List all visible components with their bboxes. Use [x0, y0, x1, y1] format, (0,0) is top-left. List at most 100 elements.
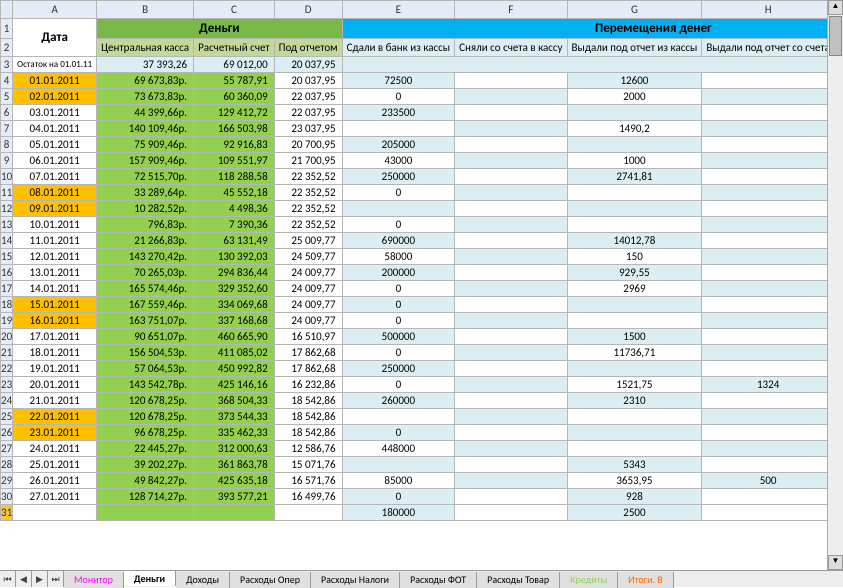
cell-d[interactable]: 22 037,95 [274, 105, 342, 121]
cell-g[interactable]: 1521,75 [567, 377, 702, 393]
sheet-tab[interactable]: Итоги. В [618, 572, 674, 588]
vertical-scrollbar[interactable]: ▲ ▼ [827, 0, 843, 570]
cell-h[interactable] [702, 313, 835, 329]
cell-c[interactable]: 361 863,78 [194, 457, 275, 473]
cell-b[interactable]: 128 714,27р. [97, 489, 194, 505]
cell-date[interactable]: 04.01.2011 [13, 121, 97, 137]
cell-c[interactable]: 294 836,44 [194, 265, 275, 281]
cell-g[interactable] [567, 441, 702, 457]
cell-f[interactable] [455, 457, 567, 473]
table-row[interactable]: 1007.01.201172 515,70р.118 288,5822 352,… [1, 169, 843, 185]
cell-g[interactable]: 11736,71 [567, 345, 702, 361]
cell-date[interactable]: 14.01.2011 [13, 281, 97, 297]
table-row[interactable]: 1310.01.2011796,83р.7 390,3622 352,520 [1, 217, 843, 233]
cell-date[interactable]: 02.01.2011 [13, 89, 97, 105]
cell-b[interactable]: 796,83р. [97, 217, 194, 233]
cell-e[interactable]: 500000 [342, 329, 455, 345]
cell-f[interactable] [455, 313, 567, 329]
cell-c[interactable]: 7 390,36 [194, 217, 275, 233]
nav-last-icon[interactable]: ⏭ [48, 571, 64, 587]
cell-date[interactable]: 23.01.2011 [13, 425, 97, 441]
cell-b[interactable]: 73 673,83р. [97, 89, 194, 105]
cell-b[interactable]: 156 504,53р. [97, 345, 194, 361]
cell-c[interactable]: 109 551,97 [194, 153, 275, 169]
cell-date[interactable]: 05.01.2011 [13, 137, 97, 153]
cell-c[interactable]: 129 412,72 [194, 105, 275, 121]
cell-f[interactable] [455, 329, 567, 345]
table-row[interactable]: 1815.01.2011167 559,46р.334 069,6824 009… [1, 297, 843, 313]
cell-d[interactable]: 22 352,52 [274, 201, 342, 217]
spreadsheet-grid[interactable]: A B C D E F G H I 1 Дата Деньги Перемеще… [0, 0, 843, 570]
cell-b[interactable]: 44 399,66р. [97, 105, 194, 121]
cell-h[interactable] [702, 393, 835, 409]
nav-first-icon[interactable]: ⏮ [0, 571, 16, 587]
cell-e[interactable]: 0 [342, 313, 455, 329]
cell-e[interactable]: 448000 [342, 441, 455, 457]
cell-d[interactable]: 12 586,76 [274, 441, 342, 457]
sheet-tab[interactable]: Расходы Налоги [311, 572, 400, 588]
cell-c[interactable]: 425 635,18 [194, 473, 275, 489]
cell-b[interactable]: 120 678,25р. [97, 393, 194, 409]
cell-f[interactable] [455, 297, 567, 313]
cell-h[interactable] [702, 361, 835, 377]
col-g[interactable]: G [567, 1, 702, 19]
cell-g[interactable] [567, 201, 702, 217]
cell-f[interactable] [455, 89, 567, 105]
col-h[interactable]: H [702, 1, 835, 19]
cell-e[interactable]: 0 [342, 425, 455, 441]
table-row[interactable]: 2724.01.201122 445,27р.312 000,6312 586,… [1, 441, 843, 457]
cell-b[interactable]: 167 559,46р. [97, 297, 194, 313]
cell-c[interactable]: 63 131,49 [194, 233, 275, 249]
table-row[interactable]: 1108.01.201133 289,64р.45 552,1822 352,5… [1, 185, 843, 201]
table-row[interactable]: 1411.01.201121 266,83р.63 131,4925 009,7… [1, 233, 843, 249]
cell-c[interactable]: 118 288,58 [194, 169, 275, 185]
cell-f[interactable] [455, 441, 567, 457]
cell-b[interactable]: 140 109,46р. [97, 121, 194, 137]
cell-f[interactable] [455, 425, 567, 441]
cell-e[interactable]: 72500 [342, 73, 455, 89]
table-row[interactable]: 2017.01.201190 651,07р.460 665,9016 510,… [1, 329, 843, 345]
cell-date[interactable]: 06.01.2011 [13, 153, 97, 169]
cell-date[interactable]: 15.01.2011 [13, 297, 97, 313]
sheet-tab[interactable]: Деньги [124, 570, 176, 586]
cell-g[interactable] [567, 313, 702, 329]
col-d[interactable]: D [274, 1, 342, 19]
cell-e[interactable]: 233500 [342, 105, 455, 121]
cell-d[interactable]: 16 571,76 [274, 473, 342, 489]
cell-e[interactable] [342, 457, 455, 473]
cell-f[interactable] [455, 233, 567, 249]
cell-date[interactable]: 22.01.2011 [13, 409, 97, 425]
sheet-tab[interactable]: Доходы [176, 572, 230, 588]
cell-b[interactable]: 165 574,46р. [97, 281, 194, 297]
nav-next-icon[interactable]: ▶ [32, 571, 48, 587]
cell-h[interactable] [702, 265, 835, 281]
partial-row[interactable]: 31 180000 2500 [1, 505, 843, 521]
cell-h[interactable] [702, 73, 835, 89]
table-row[interactable]: 2522.01.2011120 678,25р.373 544,3318 542… [1, 409, 843, 425]
cell-e[interactable]: 205000 [342, 137, 455, 153]
cell-g[interactable] [567, 217, 702, 233]
cell-g[interactable]: 928 [567, 489, 702, 505]
cell-b[interactable]: 96 678,25р. [97, 425, 194, 441]
cell-g[interactable]: 1000 [567, 153, 702, 169]
cell-h[interactable] [702, 297, 835, 313]
cell-h[interactable] [702, 441, 835, 457]
cell-d[interactable]: 15 071,76 [274, 457, 342, 473]
cell-f[interactable] [455, 393, 567, 409]
cell-b[interactable]: 143 270,42р. [97, 249, 194, 265]
cell-date[interactable]: 21.01.2011 [13, 393, 97, 409]
cell-date[interactable]: 17.01.2011 [13, 329, 97, 345]
cell-e[interactable]: 200000 [342, 265, 455, 281]
cell-c[interactable]: 368 504,33 [194, 393, 275, 409]
cell-e[interactable] [342, 409, 455, 425]
cell-date[interactable]: 13.01.2011 [13, 265, 97, 281]
cell-c[interactable]: 92 916,83 [194, 137, 275, 153]
table-row[interactable]: 1916.01.2011163 751,07р.337 168,6824 009… [1, 313, 843, 329]
sheet-tab[interactable]: Монитор [64, 572, 124, 588]
cell-h[interactable] [702, 153, 835, 169]
cell-b[interactable]: 70 265,03р. [97, 265, 194, 281]
cell-c[interactable]: 4 498,36 [194, 201, 275, 217]
cell-date[interactable]: 20.01.2011 [13, 377, 97, 393]
cell-f[interactable] [455, 473, 567, 489]
cell-e[interactable]: 0 [342, 297, 455, 313]
